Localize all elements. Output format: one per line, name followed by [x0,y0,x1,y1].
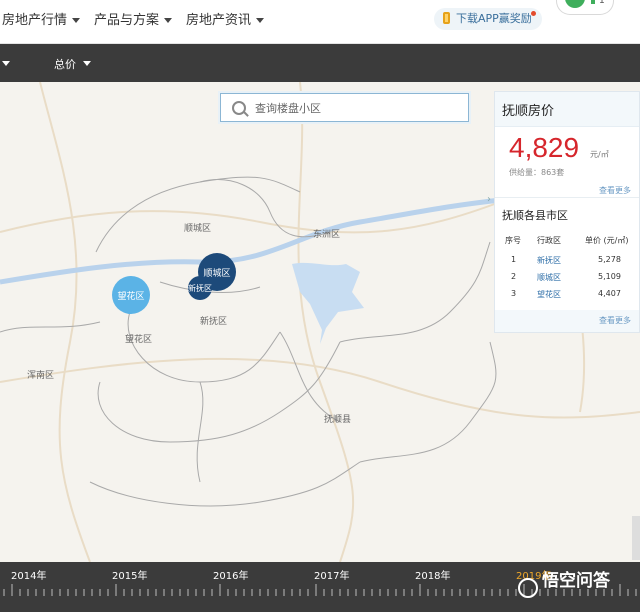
timeline-year[interactable]: 2014年 [11,567,46,582]
nav-label-news: 房地产资讯 [186,13,252,28]
table-row-price: 5,278 [598,255,621,264]
supply-count: 供给量：863套 [509,168,565,177]
total-price-filter[interactable]: 总价 [54,56,76,72]
table-row-price: 4,407 [598,289,621,298]
watermark: 悟空问答 [542,571,610,591]
filter-bar: 总价 [0,44,640,82]
top-nav: 房地产行情 产品与方案 房地产资讯 下载APP赢奖励 1 [0,0,640,44]
place-label-hunnan: 浑南区 [27,371,55,381]
county-section-title: 抚顺各县市区 [502,209,568,222]
table-row-district-link[interactable]: 顺城区 [537,272,561,283]
timeline-year[interactable]: 2015年 [112,567,147,582]
timeline-year[interactable]: 2016年 [213,567,248,582]
cluster-xinfu[interactable]: 新抚区 [188,276,212,300]
chevron-down-icon[interactable] [83,61,91,66]
table-row-district-link[interactable]: 新抚区 [537,255,561,266]
search-box[interactable] [220,93,469,122]
nav-item-news[interactable]: 房地产资讯 [186,9,265,28]
nav-label-products: 产品与方案 [94,13,160,28]
price-unit: 元/㎡ [590,150,609,159]
badge-count: 1 [599,0,605,6]
table-row-district-link[interactable]: 望花区 [537,289,561,300]
scrollbar[interactable] [632,516,640,560]
price-panel: 抚顺房价 4,829 元/㎡ 供给量：863套 查看更多 › 抚顺各县市区 序号… [487,91,640,333]
chevron-right-icon[interactable]: › [487,194,491,205]
chevron-down-icon [72,18,81,23]
place-label-wanghua: 望花区 [125,335,153,345]
chevron-down-icon [164,18,173,23]
download-app-label: 下载APP赢奖励 [456,12,532,25]
place-label-xinfu: 新抚区 [200,317,228,327]
cluster-label: 新抚区 [188,283,212,293]
table-header-no: 序号 [505,236,521,245]
user-avatar-icon [565,0,585,8]
search-input[interactable] [253,98,457,119]
chevron-down-icon[interactable] [2,61,10,66]
notification-dot [531,11,536,16]
table-row-no: 2 [511,272,517,281]
table-header-district: 行政区 [537,236,561,245]
cluster-label: 顺城区 [203,268,231,279]
cluster-wanghua[interactable]: 望花区 [112,276,150,314]
average-price: 4,829 [509,132,580,163]
watermark-logo [518,578,538,598]
nav-item-market[interactable]: 房地产行情 [2,9,81,28]
place-label-dongzhou: 东洲区 [313,230,341,240]
timeline-year[interactable]: 2018年 [415,567,450,582]
divider [495,197,639,198]
map[interactable]: 顺城区 东洲区 新抚区 望花区 浑南区 抚顺县 顺城区 新抚区 望花区 抚顺房价… [0,82,640,562]
panel-title: 抚顺房价 [502,104,555,119]
user-badge[interactable]: 1 [556,0,614,15]
download-app-button[interactable]: 下载APP赢奖励 [434,8,542,30]
cluster-label: 望花区 [117,291,145,302]
search-icon [232,101,246,115]
battery-icon [591,0,595,4]
see-more-link[interactable]: 查看更多 [599,315,631,326]
see-more-link[interactable]: 查看更多 [599,185,631,196]
place-label-shuncheng: 顺城区 [184,224,212,234]
chevron-down-icon [256,18,265,23]
table-row-no: 1 [511,255,517,264]
total-price-label: 总价 [54,58,76,71]
table-header-price: 单价 (元/㎡) [585,236,629,245]
timeline-year[interactable]: 2017年 [314,567,349,582]
nav-item-products[interactable]: 产品与方案 [94,9,173,28]
table-row-price: 5,109 [598,272,621,281]
nav-label-market: 房地产行情 [2,13,68,28]
phone-icon [443,12,450,24]
table-row-no: 3 [511,289,517,298]
place-label-fushun-county: 抚顺县 [324,415,352,425]
